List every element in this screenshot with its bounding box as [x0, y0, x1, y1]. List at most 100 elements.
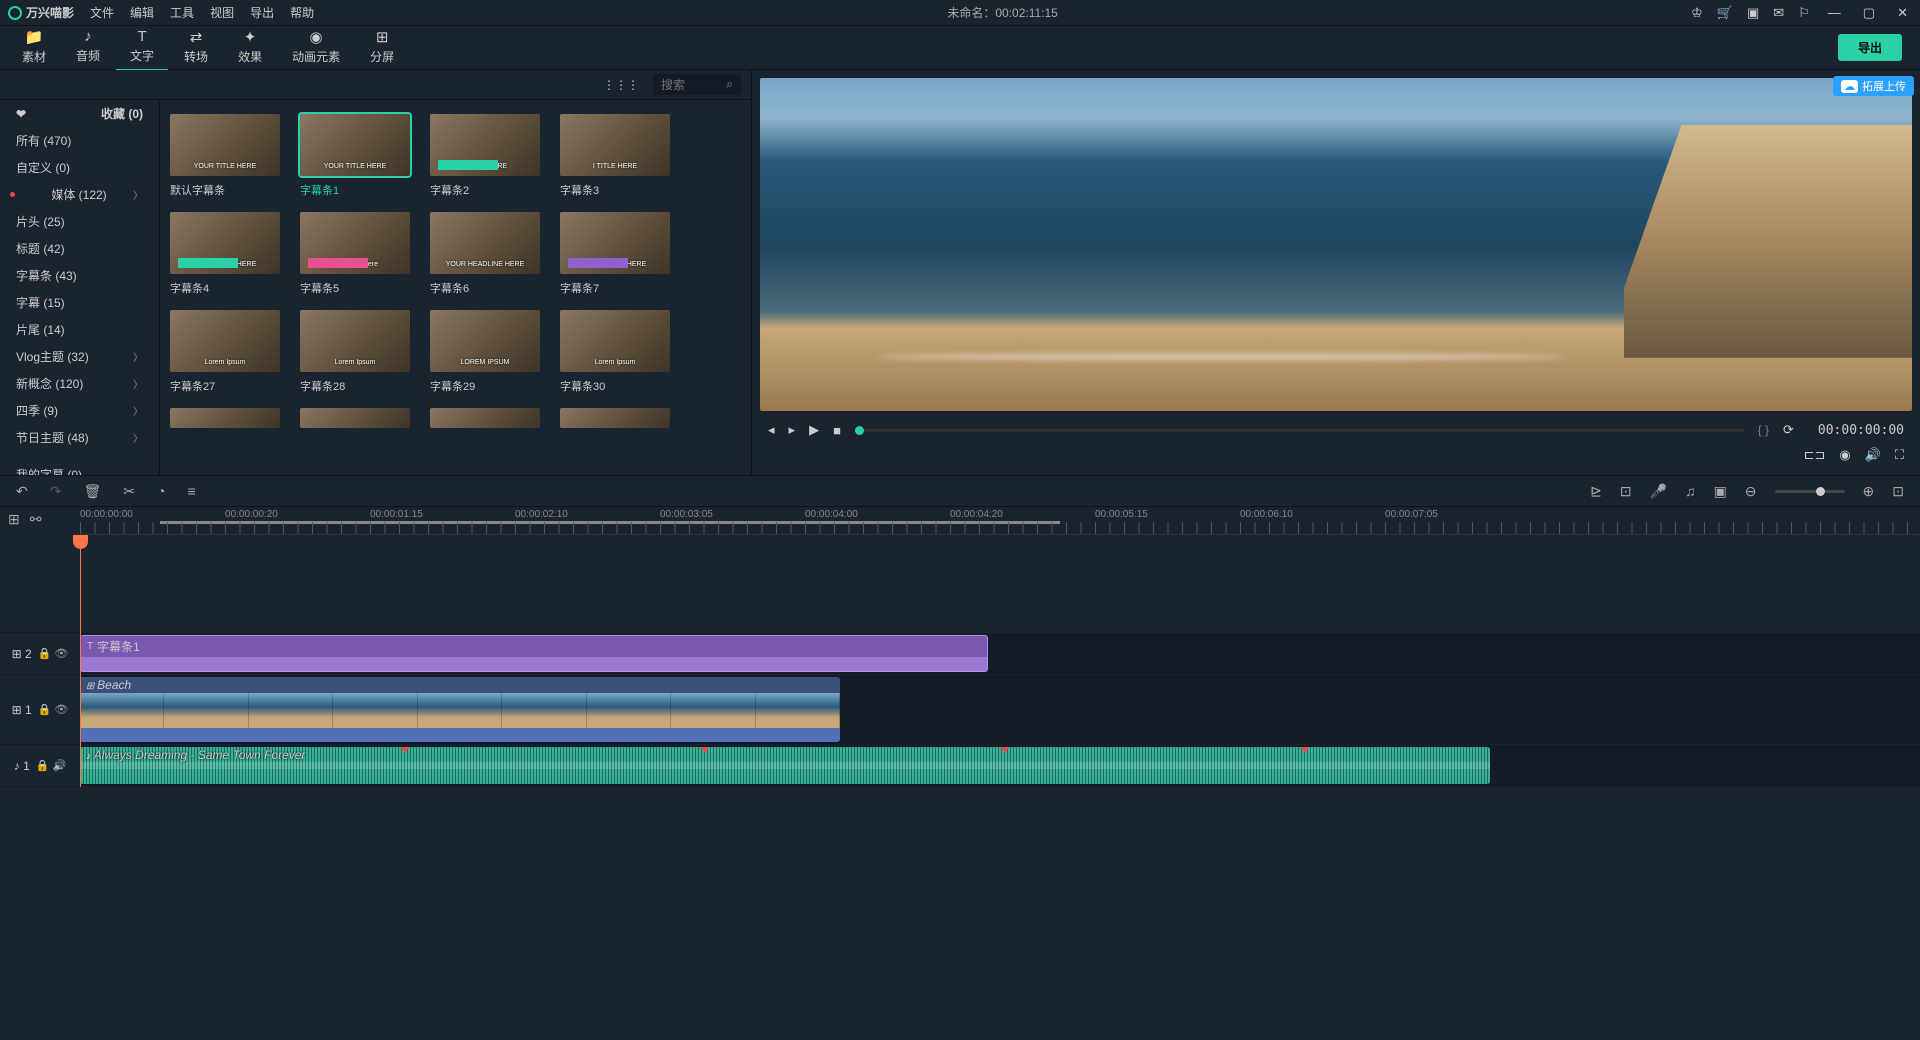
template-item[interactable]: Your Title Here字幕条5 — [300, 212, 410, 296]
settings-icon[interactable]: ≡ — [187, 483, 195, 499]
template-item[interactable]: YOUR HEADLINE HERE字幕条6 — [430, 212, 540, 296]
tab-3[interactable]: ⇄转场 — [170, 24, 222, 71]
add-track-icon[interactable]: ⊞ — [8, 511, 20, 528]
upload-badge[interactable]: 拓展上传 — [1833, 76, 1914, 96]
text-clip[interactable]: T 字幕条1 — [80, 635, 988, 672]
menu-view[interactable]: 视图 — [210, 4, 234, 21]
tab-2[interactable]: T文字 — [116, 24, 168, 71]
sidebar-item-1[interactable]: 自定义 (0) — [0, 154, 159, 181]
sidebar-item-9[interactable]: 新概念 (120)〉 — [0, 370, 159, 397]
sidebar-item-3[interactable]: 片头 (25) — [0, 208, 159, 235]
sidebar-item-2[interactable]: 媒体 (122)〉 — [0, 181, 159, 208]
mark-out-icon[interactable]: ⟳ — [1783, 422, 1794, 438]
search-box[interactable]: ⌕ — [653, 74, 741, 95]
sidebar-item-7[interactable]: 片尾 (14) — [0, 316, 159, 343]
tab-5[interactable]: ◉动画元素 — [278, 24, 354, 71]
video-clip[interactable]: ⊞ Beach — [80, 677, 840, 742]
zoom-fit-icon[interactable]: ⊡ — [1892, 483, 1904, 500]
track-header-video[interactable]: ⊞ 1 🔒 👁 — [0, 675, 80, 745]
ruler-label: 00:00:04:20 — [950, 509, 1003, 520]
audio-marker[interactable] — [1000, 747, 1010, 753]
split-button[interactable]: ✂ — [123, 483, 135, 500]
template-item[interactable]: YOUR TITLE HERE字幕条1 — [300, 114, 410, 198]
tab-6[interactable]: ⊞分屏 — [356, 24, 408, 71]
play-button[interactable]: ▶ — [809, 422, 819, 438]
shield-icon[interactable]: ⊡ — [1620, 483, 1632, 500]
undo-button[interactable]: ↶ — [16, 483, 28, 500]
zoom-slider[interactable] — [1775, 490, 1845, 493]
music-icon[interactable]: ♫ — [1685, 483, 1696, 499]
audio-marker[interactable] — [1300, 747, 1310, 753]
zoom-in-icon[interactable]: ⊕ — [1863, 483, 1875, 500]
template-item[interactable]: Lorem Ipsum字幕条30 — [560, 310, 670, 394]
search-input[interactable] — [661, 78, 721, 92]
prev-frame-button[interactable]: ◂ — [768, 422, 775, 438]
delete-button[interactable]: 🗑 — [83, 483, 101, 500]
redo-button[interactable]: ↷ — [50, 483, 62, 500]
audio-marker[interactable] — [400, 747, 410, 753]
next-frame-button[interactable]: ▸ — [789, 422, 796, 438]
menu-tools[interactable]: 工具 — [170, 4, 194, 21]
template-item[interactable]: LOREM IPSUM字幕条29 — [430, 310, 540, 394]
sidebar-item-0[interactable]: 所有 (470) — [0, 127, 159, 154]
audio-marker[interactable] — [700, 747, 710, 753]
snapshot-icon[interactable]: ◉ — [1839, 447, 1850, 463]
search-icon[interactable]: ⌕ — [726, 77, 733, 92]
playhead[interactable] — [80, 535, 81, 787]
video-track[interactable]: ⊞ Beach — [80, 675, 1920, 745]
volume-icon[interactable]: 🔊 — [1865, 447, 1881, 463]
sidebar-my-subtitles[interactable]: 我的字幕 (0) — [0, 461, 159, 475]
fullscreen-icon[interactable]: ⛶ — [1895, 447, 1904, 463]
audio-track[interactable]: ♪ Always Dreaming - Same Town Forever — [80, 745, 1920, 787]
voiceover-icon[interactable]: 🎤 — [1650, 483, 1667, 500]
template-item[interactable]: Lorem Ipsum字幕条28 — [300, 310, 410, 394]
link-icon[interactable]: ⚯ — [30, 511, 42, 528]
tab-4[interactable]: ✦效果 — [224, 24, 276, 71]
sidebar-favorites[interactable]: ❤ 收藏 (0) — [0, 100, 159, 127]
template-item[interactable]: YOUR TITLE HERE字幕条4 — [170, 212, 280, 296]
minimize-button[interactable]: — — [1824, 5, 1845, 20]
crop-icon[interactable]: ▣ — [1714, 483, 1727, 500]
notification-icon[interactable]: ⚐ — [1798, 5, 1810, 21]
menu-edit[interactable]: 编辑 — [130, 4, 154, 21]
menu-help[interactable]: 帮助 — [290, 4, 314, 21]
preview-scrubber[interactable] — [855, 429, 1744, 432]
bracket-icon[interactable]: { } — [1758, 423, 1769, 437]
template-item[interactable]: I TITLE HERE字幕条2 — [430, 114, 540, 198]
sidebar-item-6[interactable]: 字幕 (15) — [0, 289, 159, 316]
tab-1[interactable]: ♪音频 — [62, 24, 114, 71]
template-item[interactable]: YOUR TITLE HERE默认字幕条 — [170, 114, 280, 198]
template-item[interactable]: I TITLE HERE字幕条3 — [560, 114, 670, 198]
marker-button[interactable]: ◔ — [157, 483, 165, 499]
template-item[interactable]: YOUR TITLE HERE字幕条7 — [560, 212, 670, 296]
sidebar-item-11[interactable]: 节日主题 (48)〉 — [0, 424, 159, 451]
menu-export[interactable]: 导出 — [250, 4, 274, 21]
sidebar-item-8[interactable]: Vlog主题 (32)〉 — [0, 343, 159, 370]
zoom-out-icon[interactable]: ⊖ — [1745, 483, 1757, 500]
display-mode-icon[interactable]: ⊏⊐ — [1804, 447, 1826, 463]
maximize-button[interactable]: ▢ — [1859, 5, 1879, 21]
menu-file[interactable]: 文件 — [90, 4, 114, 21]
track-header-audio[interactable]: ♪ 1 🔒 🔊 — [0, 745, 80, 787]
video-preview[interactable] — [760, 78, 1912, 411]
text-track[interactable]: T 字幕条1 — [80, 633, 1920, 675]
audio-clip[interactable]: ♪ Always Dreaming - Same Town Forever — [80, 747, 1490, 784]
tab-0[interactable]: 📁素材 — [8, 24, 60, 71]
ruler-label: 00:00:04:00 — [805, 509, 858, 520]
save-icon[interactable]: ▣ — [1747, 5, 1759, 21]
sidebar-item-10[interactable]: 四季 (9)〉 — [0, 397, 159, 424]
close-button[interactable]: ✕ — [1893, 5, 1912, 21]
timeline-ruler[interactable]: 00:00:00:0000:00:00:2000:00:01:1500:00:0… — [80, 507, 1920, 535]
cart-icon[interactable]: 🛒 — [1717, 5, 1733, 21]
template-item[interactable]: Lorem Ipsum字幕条27 — [170, 310, 280, 394]
export-button[interactable]: 导出 — [1838, 34, 1902, 61]
grid-view-icon[interactable]: ⋮⋮⋮ — [603, 78, 639, 92]
track-header-text[interactable]: ⊞ 2 🔒 👁 — [0, 633, 80, 675]
ruler-label: 00:00:06:10 — [1240, 509, 1293, 520]
render-icon[interactable]: ⊵ — [1590, 483, 1602, 500]
sidebar-item-5[interactable]: 字幕条 (43) — [0, 262, 159, 289]
mail-icon[interactable]: ✉ — [1773, 5, 1784, 21]
stop-button[interactable]: ■ — [833, 423, 841, 438]
sidebar-item-4[interactable]: 标题 (42) — [0, 235, 159, 262]
account-icon[interactable]: ♔ — [1691, 5, 1703, 21]
